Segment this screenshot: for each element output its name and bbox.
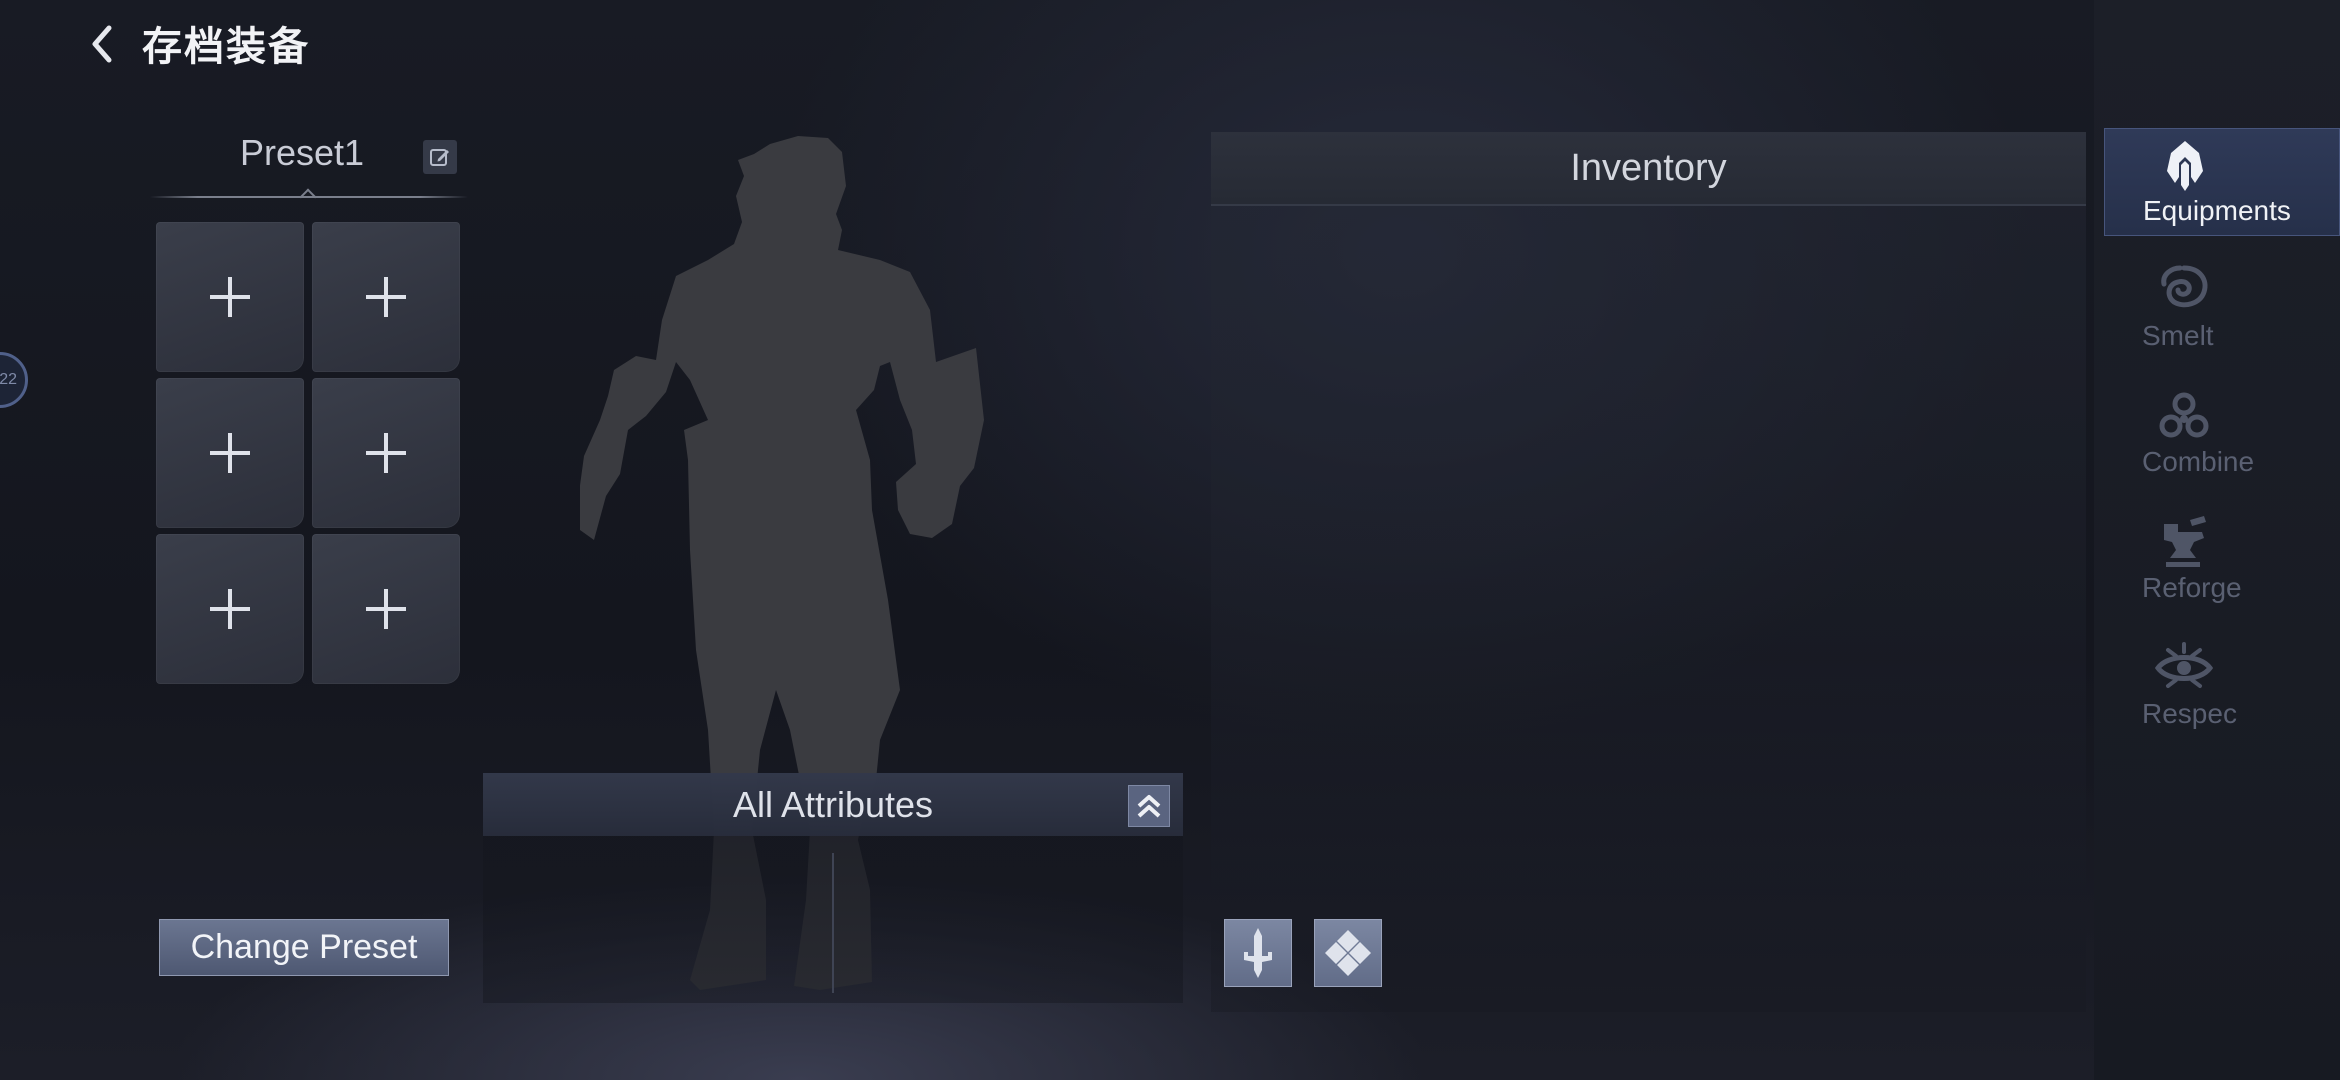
respec-eye-icon bbox=[2154, 640, 2214, 696]
inventory-title: Inventory bbox=[1570, 147, 1727, 189]
nav-label-respec: Respec bbox=[2142, 698, 2237, 729]
equipment-slot-3[interactable] bbox=[156, 378, 304, 528]
nav-item-combine[interactable]: Combine bbox=[2104, 380, 2340, 488]
preset-divider-marker bbox=[299, 188, 317, 206]
equipment-slot-6[interactable] bbox=[312, 534, 460, 684]
sword-icon bbox=[1244, 928, 1272, 978]
helmet-icon bbox=[2155, 137, 2215, 193]
nav-label-smelt: Smelt bbox=[2142, 320, 2214, 351]
page-title: 存档装备 bbox=[142, 24, 310, 70]
back-button[interactable] bbox=[78, 20, 126, 68]
plus-icon bbox=[210, 589, 250, 629]
diamond-cluster-icon bbox=[1325, 930, 1371, 976]
equipment-slot-5[interactable] bbox=[156, 534, 304, 684]
side-floating-badge[interactable]: 22 bbox=[0, 352, 28, 408]
chevron-left-icon bbox=[92, 25, 112, 63]
nav-item-equipments[interactable]: Equipments bbox=[2104, 128, 2340, 236]
collapse-attributes-button[interactable] bbox=[1128, 785, 1170, 827]
change-preset-button[interactable]: Change Preset bbox=[159, 919, 449, 976]
nav-item-reforge[interactable]: Reforge bbox=[2104, 506, 2340, 614]
gem-filter-button[interactable] bbox=[1314, 919, 1382, 987]
double-chevron-up-icon bbox=[1137, 795, 1161, 818]
attributes-column-divider bbox=[832, 853, 834, 993]
preset-name: Preset1 bbox=[239, 132, 365, 173]
equipment-slot-1[interactable] bbox=[156, 222, 304, 372]
equipment-slot-4[interactable] bbox=[312, 378, 460, 528]
plus-icon bbox=[366, 589, 406, 629]
plus-icon bbox=[210, 277, 250, 317]
game-screen: 存档装备 22 Preset1 Change Preset All Attrib… bbox=[0, 0, 2340, 1080]
edit-preset-button[interactable] bbox=[423, 140, 457, 174]
edit-icon bbox=[430, 149, 449, 166]
nav-label-equipments: Equipments bbox=[2143, 195, 2291, 226]
inventory-panel: Inventory bbox=[1211, 132, 2086, 1012]
weapon-filter-button[interactable] bbox=[1224, 919, 1292, 987]
plus-icon bbox=[210, 433, 250, 473]
equipment-slot-grid bbox=[156, 222, 462, 684]
combine-icon bbox=[2154, 388, 2214, 444]
anvil-icon bbox=[2154, 514, 2214, 570]
equipment-slot-2[interactable] bbox=[312, 222, 460, 372]
nav-label-combine: Combine bbox=[2142, 446, 2255, 477]
nav-item-respec[interactable]: Respec bbox=[2104, 632, 2340, 740]
nav-label-reforge: Reforge bbox=[2142, 572, 2242, 603]
nav-item-smelt[interactable]: Smelt bbox=[2104, 254, 2340, 362]
attributes-panel: All Attributes bbox=[483, 773, 1183, 1003]
plus-icon bbox=[366, 277, 406, 317]
right-navigation: Equipments Smelt Combine Reforge Respec bbox=[2094, 0, 2340, 1080]
plus-icon bbox=[366, 433, 406, 473]
attributes-title: All Attributes bbox=[732, 784, 934, 825]
swirl-icon bbox=[2154, 262, 2214, 318]
